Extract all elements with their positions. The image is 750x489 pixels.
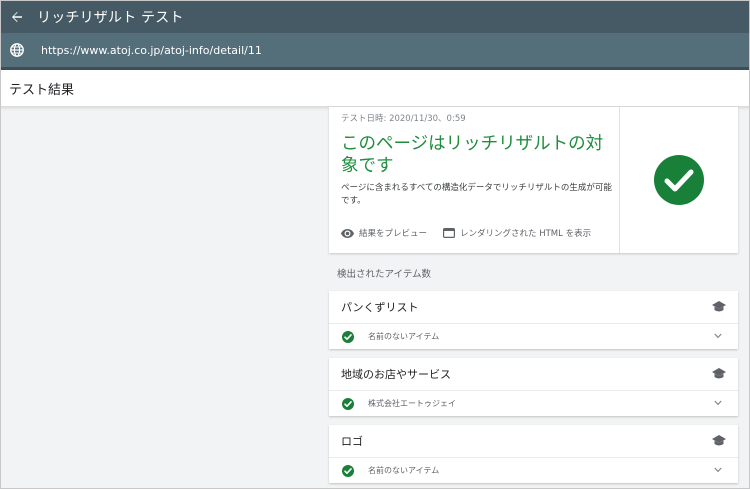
eligibility-description: ページに含まれるすべての構造化データでリッチリザルトの生成が可能です。: [341, 183, 612, 206]
result-summary-card: テスト日時: 2020/11/30、0:59 このページはリッチリザルトの対象で…: [329, 107, 738, 253]
url-bar: https://www.atoj.co.jp/atoj-info/detail/…: [0, 33, 750, 70]
item-type-name: 地域のお店やサービス: [341, 368, 451, 381]
valid-check-icon: [342, 397, 354, 410]
item-card-header[interactable]: ロゴ: [329, 425, 738, 458]
item-card-header[interactable]: パンくずリスト: [329, 291, 738, 324]
status-panel: [620, 107, 738, 253]
detected-items-label: 検出されたアイテム数: [337, 269, 432, 280]
item-row[interactable]: 名前のないアイテム: [329, 458, 738, 483]
item-card-header[interactable]: 地域のお店やサービス: [329, 358, 738, 391]
browser-window-icon: [443, 228, 456, 238]
item-name: 名前のないアイテム: [368, 332, 440, 341]
results-title: テスト結果: [9, 82, 75, 98]
item-name: 名前のないアイテム: [368, 466, 440, 475]
chevron-down-icon[interactable]: [714, 467, 722, 473]
preview-results-button[interactable]: 結果をプレビュー: [341, 227, 427, 239]
summary-text-panel: テスト日時: 2020/11/30、0:59 このページはリッチリザルトの対象で…: [329, 107, 620, 253]
item-card-logo: ロゴ 名前のないアイテム: [329, 425, 738, 483]
graduation-cap-icon[interactable]: [712, 435, 726, 447]
item-type-name: ロゴ: [341, 435, 363, 448]
item-name: 株式会社エートゥジェイ: [368, 399, 456, 408]
eligibility-headline: このページはリッチリザルトの対象です: [341, 134, 604, 176]
results-header: テスト結果: [0, 70, 750, 107]
preview-results-label: 結果をプレビュー: [359, 229, 428, 239]
view-rendered-html-button[interactable]: レンダリングされた HTML を表示: [443, 227, 591, 239]
item-card-breadcrumb: パンくずリスト 名前のないアイテム: [329, 291, 738, 349]
tested-url: https://www.atoj.co.jp/atoj-info/detail/…: [41, 43, 262, 57]
chevron-down-icon[interactable]: [714, 333, 722, 339]
app-title: リッチリザルト テスト: [37, 9, 184, 26]
graduation-cap-icon[interactable]: [712, 301, 726, 313]
test-datetime: テスト日時: 2020/11/30、0:59: [341, 114, 466, 124]
summary-actions: 結果をプレビュー レンダリングされた HTML を表示: [341, 227, 591, 239]
back-arrow-icon[interactable]: [9, 9, 25, 25]
eye-icon: [341, 228, 354, 238]
view-rendered-html-label: レンダリングされた HTML を表示: [460, 229, 592, 239]
success-check-icon: [654, 155, 704, 205]
valid-check-icon: [342, 330, 354, 343]
globe-icon: [10, 43, 24, 57]
valid-check-icon: [342, 464, 354, 477]
item-type-name: パンくずリスト: [341, 301, 419, 314]
item-row[interactable]: 名前のないアイテム: [329, 324, 738, 349]
item-card-local-business: 地域のお店やサービス 株式会社エートゥジェイ: [329, 358, 738, 416]
app-bar: リッチリザルト テスト: [0, 0, 750, 33]
graduation-cap-icon[interactable]: [712, 368, 726, 380]
item-row[interactable]: 株式会社エートゥジェイ: [329, 391, 738, 416]
chevron-down-icon[interactable]: [714, 400, 722, 406]
